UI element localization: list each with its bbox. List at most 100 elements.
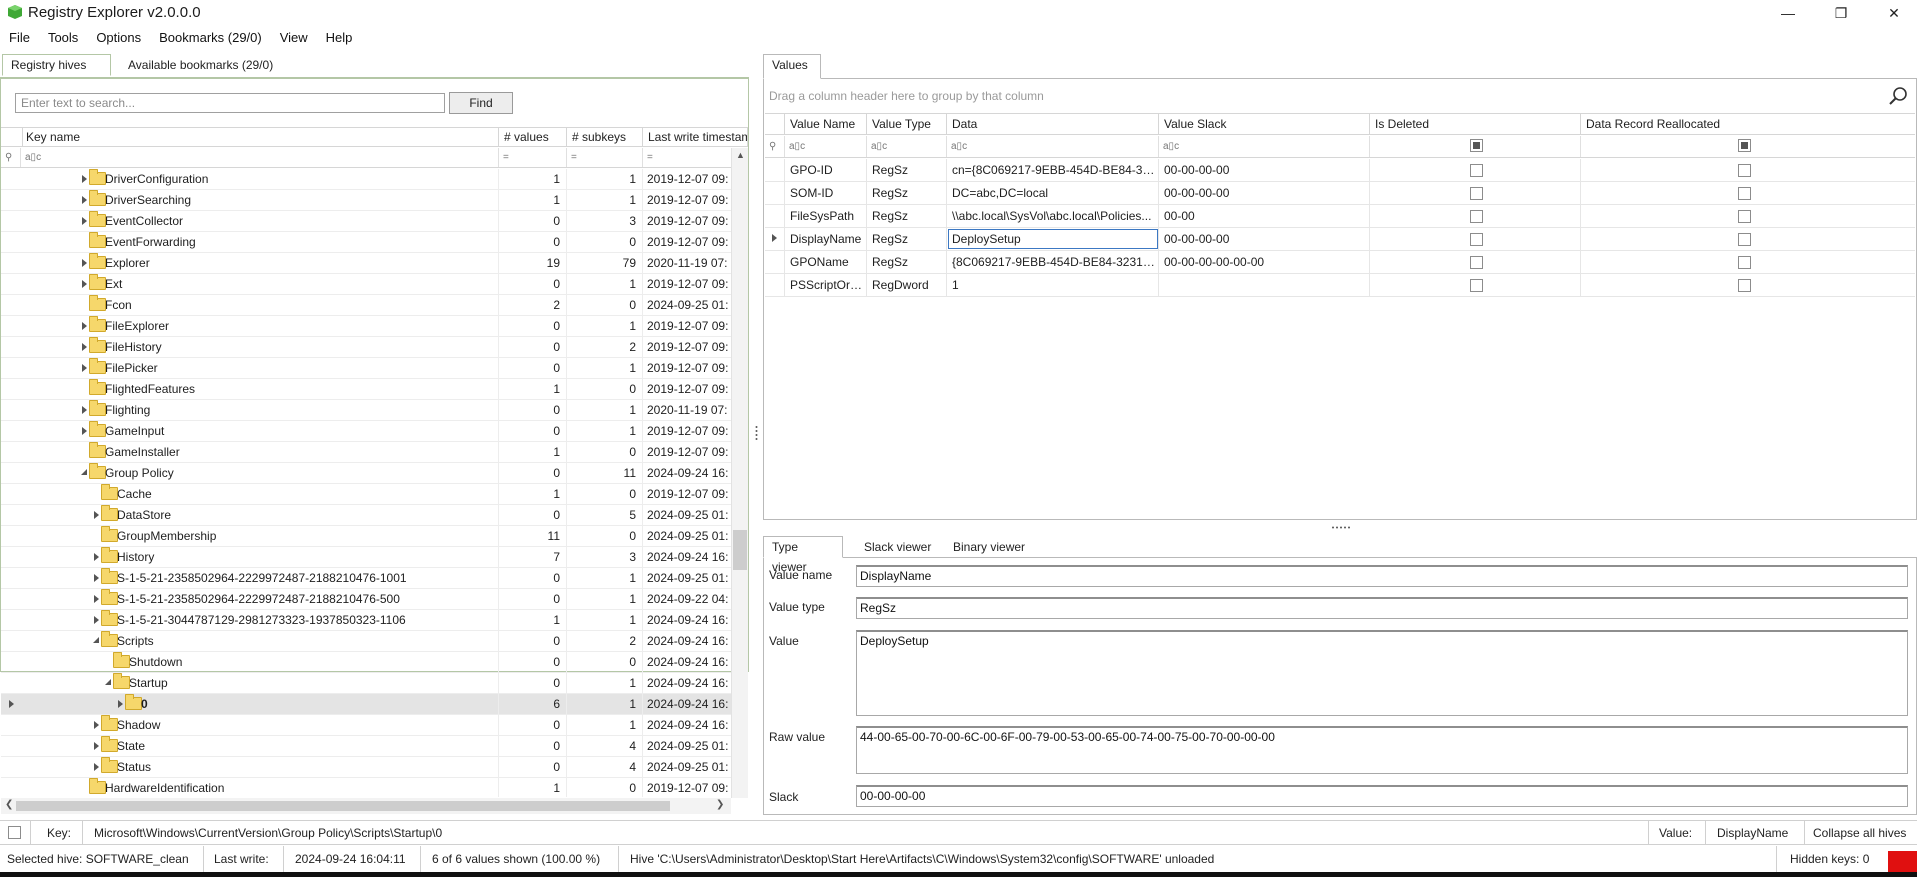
tree-row[interactable]: FileHistory 0 2 2019-12-07 09: [1,337,733,358]
value-type-cell[interactable]: RegSz [867,205,947,227]
is-deleted-cell[interactable] [1370,251,1581,273]
tree-vertical-scrollbar[interactable] [731,148,748,798]
filter-is-deleted[interactable] [1370,136,1581,157]
column-key-name[interactable]: Key name [21,128,499,147]
reallocated-checkbox[interactable] [1738,233,1751,246]
tree-row[interactable]: DataStore 0 5 2024-09-25 01: [1,505,733,526]
reallocated-cell[interactable] [1581,251,1915,273]
value-data-cell[interactable]: DC=abc,DC=local [947,182,1159,204]
value-data-cell[interactable]: {8C069217-9EBB-454D-BE84-32317... [947,251,1159,273]
value-data-cell[interactable]: cn={8C069217-9EBB-454D-BE84-32... [947,159,1159,181]
restore-button[interactable]: ❐ [1818,0,1864,26]
value-data-cell[interactable]: 1 [947,274,1159,296]
tree-row[interactable]: State 0 4 2024-09-25 01: [1,736,733,757]
expand-icon[interactable] [94,742,99,750]
tree-row[interactable]: Ext 0 1 2019-12-07 09: [1,274,733,295]
filter-subkeys-count[interactable]: = [567,148,643,167]
column-subkeys-count[interactable]: # subkeys [567,128,643,147]
reallocated-checkbox[interactable] [1738,210,1751,223]
tree-row[interactable]: EventCollector 0 3 2019-12-07 09: [1,211,733,232]
filter-value-type[interactable]: a▯c [867,136,947,157]
value-name-cell[interactable]: SOM-ID [785,182,867,204]
value-data-cell[interactable]: \\abc.local\SysVol\abc.local\Policies... [947,205,1159,227]
column-last-write[interactable]: Last write timestam [643,128,748,147]
collapse-icon[interactable] [81,469,87,475]
find-button[interactable]: Find [449,92,513,114]
reallocated-cell[interactable] [1581,274,1915,296]
reallocated-cell[interactable] [1581,159,1915,181]
value-row[interactable]: DisplayName RegSz DeploySetup 00-00-00-00 [765,228,1915,251]
filter-is-deleted-checkbox[interactable] [1470,139,1483,152]
expand-icon[interactable] [94,553,99,561]
tree-row[interactable]: Explorer 19 79 2020-11-19 07: [1,253,733,274]
is-deleted-checkbox[interactable] [1470,279,1483,292]
key-bar-checkbox[interactable] [8,826,21,839]
value-name-cell[interactable]: PSScriptOrder [785,274,867,296]
minimize-button[interactable]: — [1765,0,1811,26]
column-values-count[interactable]: # values [499,128,567,147]
tree-row[interactable]: History 7 3 2024-09-24 16: [1,547,733,568]
field-slack[interactable]: 00-00-00-00 [856,785,1908,807]
column-is-deleted[interactable]: Is Deleted [1370,114,1581,135]
tree-row[interactable]: Scripts 0 2 2024-09-24 16: [1,631,733,652]
value-row[interactable]: GPOName RegSz {8C069217-9EBB-454D-BE84-323… [765,251,1915,274]
value-slack-cell[interactable]: 00-00-00-00 [1159,159,1370,181]
filter-data[interactable]: a▯c [947,136,1159,157]
value-row[interactable]: GPO-ID RegSz cn={8C069217-9EBB-454D-BE84-3… [765,159,1915,182]
value-type-cell[interactable]: RegSz [867,159,947,181]
tree-horizontal-scroll-thumb[interactable] [16,801,670,811]
menu-help[interactable]: Help [317,28,362,48]
reallocated-cell[interactable] [1581,228,1915,250]
reallocated-checkbox[interactable] [1738,164,1751,177]
tree-row[interactable]: 0 6 1 2024-09-24 16: [1,694,733,715]
value-slack-cell[interactable] [1159,274,1370,296]
value-row[interactable]: PSScriptOrder RegDword 1 [765,274,1915,297]
tab-binary-viewer[interactable]: Binary viewer [944,536,1034,558]
expand-icon[interactable] [82,175,87,183]
tree-row[interactable]: FlightedFeatures 1 0 2019-12-07 09: [1,379,733,400]
field-value-name[interactable]: DisplayName [856,565,1908,587]
reallocated-cell[interactable] [1581,182,1915,204]
tree-row[interactable]: FileExplorer 0 1 2019-12-07 09: [1,316,733,337]
expand-icon[interactable] [94,574,99,582]
tree-row[interactable]: GroupMembership 11 0 2024-09-25 01: [1,526,733,547]
value-row[interactable]: FileSysPath RegSz \\abc.local\SysVol\abc.l… [765,205,1915,228]
tree-row[interactable]: Shadow 0 1 2024-09-24 16: [1,715,733,736]
filter-key-name[interactable]: a▯c [21,148,499,167]
is-deleted-checkbox[interactable] [1470,164,1483,177]
collapse-all-hives-button[interactable]: Collapse all hives [1813,821,1906,845]
tree-row[interactable]: S-1-5-21-2358502964-2229972487-218821047… [1,589,733,610]
tree-row[interactable]: Status 0 4 2024-09-25 01: [1,757,733,778]
is-deleted-checkbox[interactable] [1470,210,1483,223]
filter-reallocated-checkbox[interactable] [1738,139,1751,152]
menu-view[interactable]: View [271,28,317,48]
menu-file[interactable]: File [0,28,39,48]
tab-available-bookmarks[interactable]: Available bookmarks (29/0) [119,54,282,76]
collapse-icon[interactable] [105,679,111,685]
column-value-slack[interactable]: Value Slack [1159,114,1370,135]
tree-row[interactable]: GameInstaller 1 0 2019-12-07 09: [1,442,733,463]
reallocated-checkbox[interactable] [1738,279,1751,292]
horizontal-splitter-grip-icon[interactable] [1331,526,1351,529]
menu-bookmarks[interactable]: Bookmarks (29/0) [150,28,271,48]
search-icon[interactable] [1888,86,1908,106]
filter-values-count[interactable]: = [499,148,567,167]
value-slack-cell[interactable]: 00-00-00-00 [1159,228,1370,250]
expand-icon[interactable] [118,700,123,708]
is-deleted-cell[interactable] [1370,228,1581,250]
filter-last-write[interactable]: = [643,148,732,167]
scroll-up-icon[interactable]: ▲ [736,150,745,160]
tree-row[interactable]: Fcon 2 0 2024-09-25 01: [1,295,733,316]
value-type-cell[interactable]: RegDword [867,274,947,296]
tab-slack-viewer[interactable]: Slack viewer [855,536,940,558]
tree-row[interactable]: Group Policy 0 11 2024-09-24 16: [1,463,733,484]
column-value-type[interactable]: Value Type [867,114,947,135]
expand-icon[interactable] [94,721,99,729]
column-data[interactable]: Data [947,114,1159,135]
value-slack-cell[interactable]: 00-00 [1159,205,1370,227]
expand-icon[interactable] [82,217,87,225]
filter-value-slack[interactable]: a▯c [1159,136,1370,157]
scroll-left-icon[interactable]: ❮ [5,799,13,810]
close-button[interactable]: ✕ [1871,0,1917,26]
field-value-type[interactable]: RegSz [856,597,1908,619]
